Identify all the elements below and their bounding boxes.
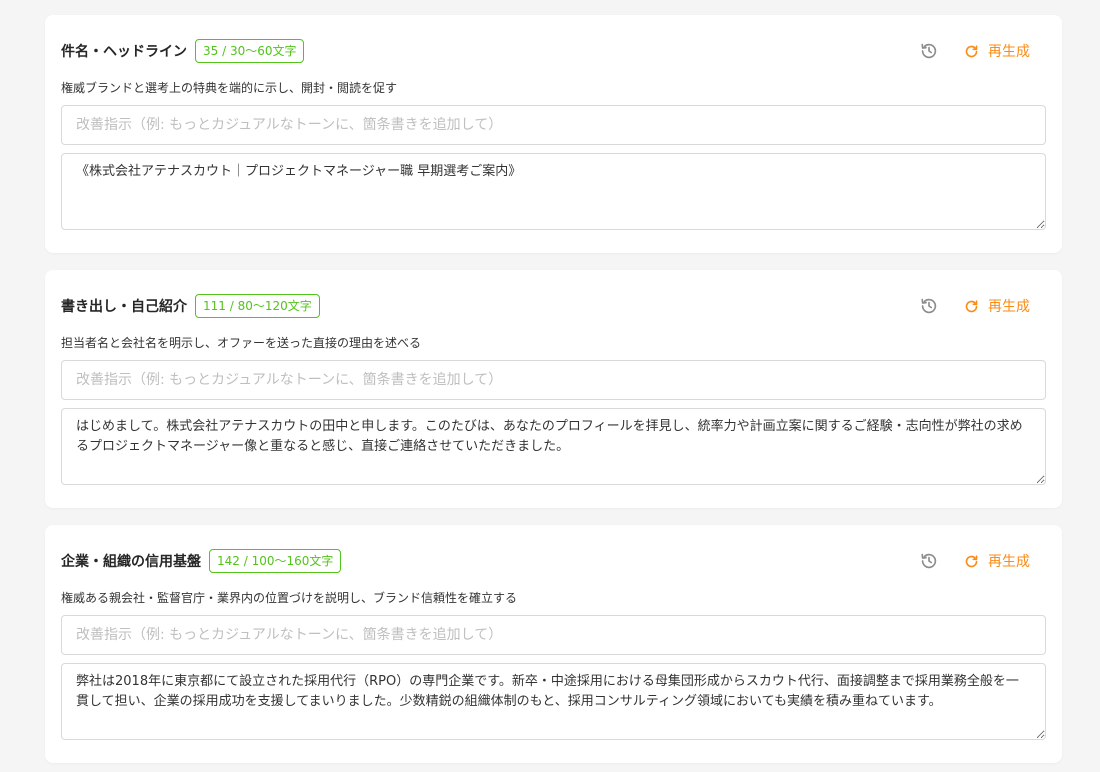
regenerate-button[interactable]: 再生成 xyxy=(964,41,1030,61)
section-card-introduction: 書き出し・自己紹介 111 / 80〜120文字 再生成 担当者名と会社名を明示… xyxy=(45,270,1062,508)
section-header: 書き出し・自己紹介 111 / 80〜120文字 xyxy=(61,294,320,318)
section-card-headline: 件名・ヘッドライン 35 / 30〜60文字 再生成 権威ブランドと選考上の特典… xyxy=(45,15,1062,253)
regenerate-label: 再生成 xyxy=(988,554,1030,570)
char-count-badge: 111 / 80〜120文字 xyxy=(195,294,320,318)
section-actions: 再生成 xyxy=(918,549,1030,573)
generated-text-area[interactable]: はじめまして。株式会社アテナスカウトの田中と申します。このたびは、あなたのプロフ… xyxy=(61,408,1046,485)
regenerate-label: 再生成 xyxy=(988,44,1030,60)
refresh-icon xyxy=(965,554,978,567)
history-button[interactable] xyxy=(918,295,940,317)
improvement-instruction-input[interactable] xyxy=(61,615,1046,655)
improvement-instruction-input[interactable] xyxy=(61,105,1046,145)
history-icon xyxy=(921,553,937,569)
history-button[interactable] xyxy=(918,40,940,62)
section-title: 書き出し・自己紹介 xyxy=(61,299,187,315)
section-card-credibility: 企業・組織の信用基盤 142 / 100〜160文字 再生成 権威ある親会社・監… xyxy=(45,525,1062,763)
section-actions: 再生成 xyxy=(918,294,1030,318)
char-count-badge: 142 / 100〜160文字 xyxy=(209,549,342,573)
section-description: 権威ブランドと選考上の特典を端的に示し、開封・閲読を促す xyxy=(61,81,398,95)
generated-text-area[interactable]: 《株式会社アテナスカウト｜プロジェクトマネージャー職 早期選考ご案内》 xyxy=(61,153,1046,230)
regenerate-button[interactable]: 再生成 xyxy=(964,296,1030,316)
section-actions: 再生成 xyxy=(918,39,1030,63)
history-icon xyxy=(921,43,937,59)
generated-text-area[interactable]: 弊社は2018年に東京都にて設立された採用代行（RPO）の専門企業です。新卒・中… xyxy=(61,663,1046,740)
section-title: 企業・組織の信用基盤 xyxy=(61,554,201,570)
section-description: 担当者名と会社名を明示し、オファーを送った直接の理由を述べる xyxy=(61,336,422,350)
section-list: 件名・ヘッドライン 35 / 30〜60文字 再生成 権威ブランドと選考上の特典… xyxy=(0,0,1100,772)
regenerate-button[interactable]: 再生成 xyxy=(964,551,1030,571)
refresh-icon xyxy=(965,44,978,57)
section-header: 企業・組織の信用基盤 142 / 100〜160文字 xyxy=(61,549,342,573)
section-description: 権威ある親会社・監督官庁・業界内の位置づけを説明し、ブランド信頼性を確立する xyxy=(61,591,518,605)
char-count-badge: 35 / 30〜60文字 xyxy=(195,39,305,63)
section-header: 件名・ヘッドライン 35 / 30〜60文字 xyxy=(61,39,305,63)
section-title: 件名・ヘッドライン xyxy=(61,44,187,60)
improvement-instruction-input[interactable] xyxy=(61,360,1046,400)
history-icon xyxy=(921,298,937,314)
history-button[interactable] xyxy=(918,550,940,572)
refresh-icon xyxy=(965,299,978,312)
regenerate-label: 再生成 xyxy=(988,299,1030,315)
